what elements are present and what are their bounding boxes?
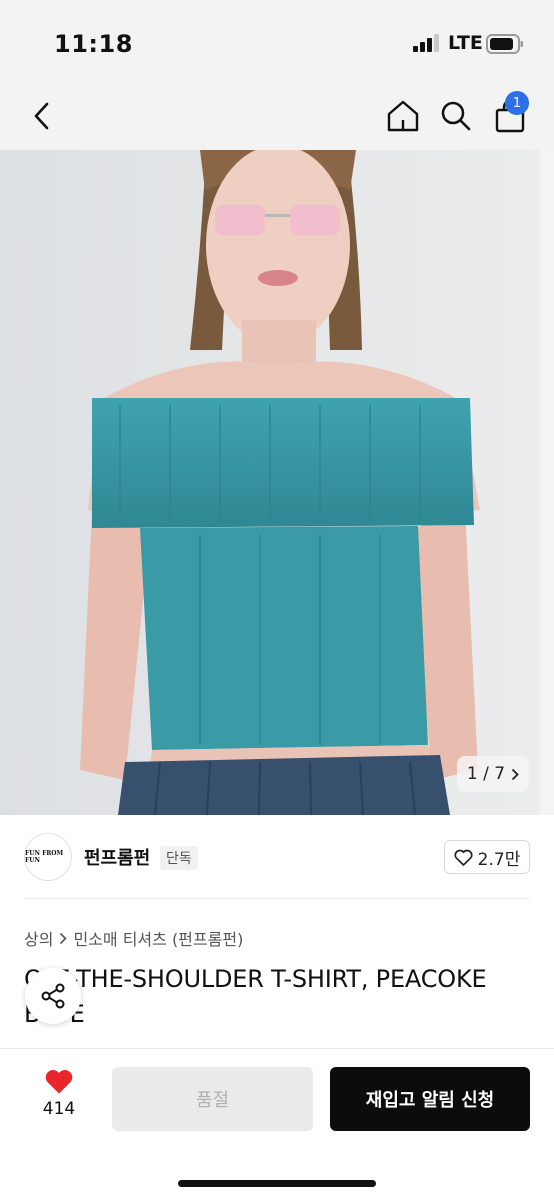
status-bar: 11:18 LTE (0, 0, 554, 86)
product-photo (0, 150, 554, 815)
product-image-carousel[interactable] (0, 150, 554, 815)
soldout-button[interactable]: 품절 (112, 1067, 313, 1131)
heart-outline-icon (454, 849, 473, 866)
brand-name[interactable]: 펀프롬펀 (84, 844, 150, 870)
navigation-bar (0, 86, 554, 150)
cart-count-badge: 1 (505, 91, 529, 115)
breadcrumb-subcategory[interactable]: 민소매 티셔츠 (펀프롬펀) (73, 926, 243, 950)
wishlist-button[interactable]: 414 (30, 1068, 88, 1128)
image-counter[interactable]: 1 / 7 (457, 756, 529, 792)
search-button[interactable] (434, 94, 478, 138)
brand-like-count: 2.7만 (477, 849, 521, 870)
exclusive-badge: 단독 (160, 846, 198, 870)
network-label: LTE (448, 32, 483, 54)
breadcrumb-category[interactable]: 상의 (24, 926, 53, 950)
restock-alert-button[interactable]: 재입고 알림 신청 (330, 1067, 530, 1131)
brand-like-button[interactable]: 2.7만 (444, 840, 530, 874)
brand-logo[interactable]: FUN FROM FUN (24, 833, 72, 881)
image-counter-text: 1 / 7 (466, 764, 506, 784)
chevron-right-icon (60, 932, 68, 944)
share-button[interactable] (25, 968, 81, 1024)
share-icon (41, 983, 65, 1009)
back-button[interactable] (20, 94, 64, 138)
home-button[interactable] (381, 94, 425, 138)
brand-logo-text: FUN FROM FUN (25, 850, 64, 864)
wishlist-count: 414 (42, 1099, 76, 1119)
battery-icon (486, 34, 523, 54)
chevron-right-icon (511, 768, 519, 780)
chevron-left-icon (34, 102, 49, 130)
search-icon (441, 101, 471, 131)
signal-icon (413, 34, 439, 52)
divider (24, 898, 530, 899)
home-icon (387, 100, 419, 132)
brand-row: FUN FROM FUN 펀프롬펀 단독 2.7만 (0, 830, 554, 890)
product-title: OFF-THE-SHOULDER T-SHIRT, PEACOKE BLUE (24, 965, 487, 1028)
breadcrumb: 상의 민소매 티셔츠 (펀프롬펀) (24, 926, 243, 950)
status-time: 11:18 (54, 30, 133, 58)
home-indicator (178, 1180, 376, 1187)
heart-filled-icon (45, 1070, 73, 1094)
